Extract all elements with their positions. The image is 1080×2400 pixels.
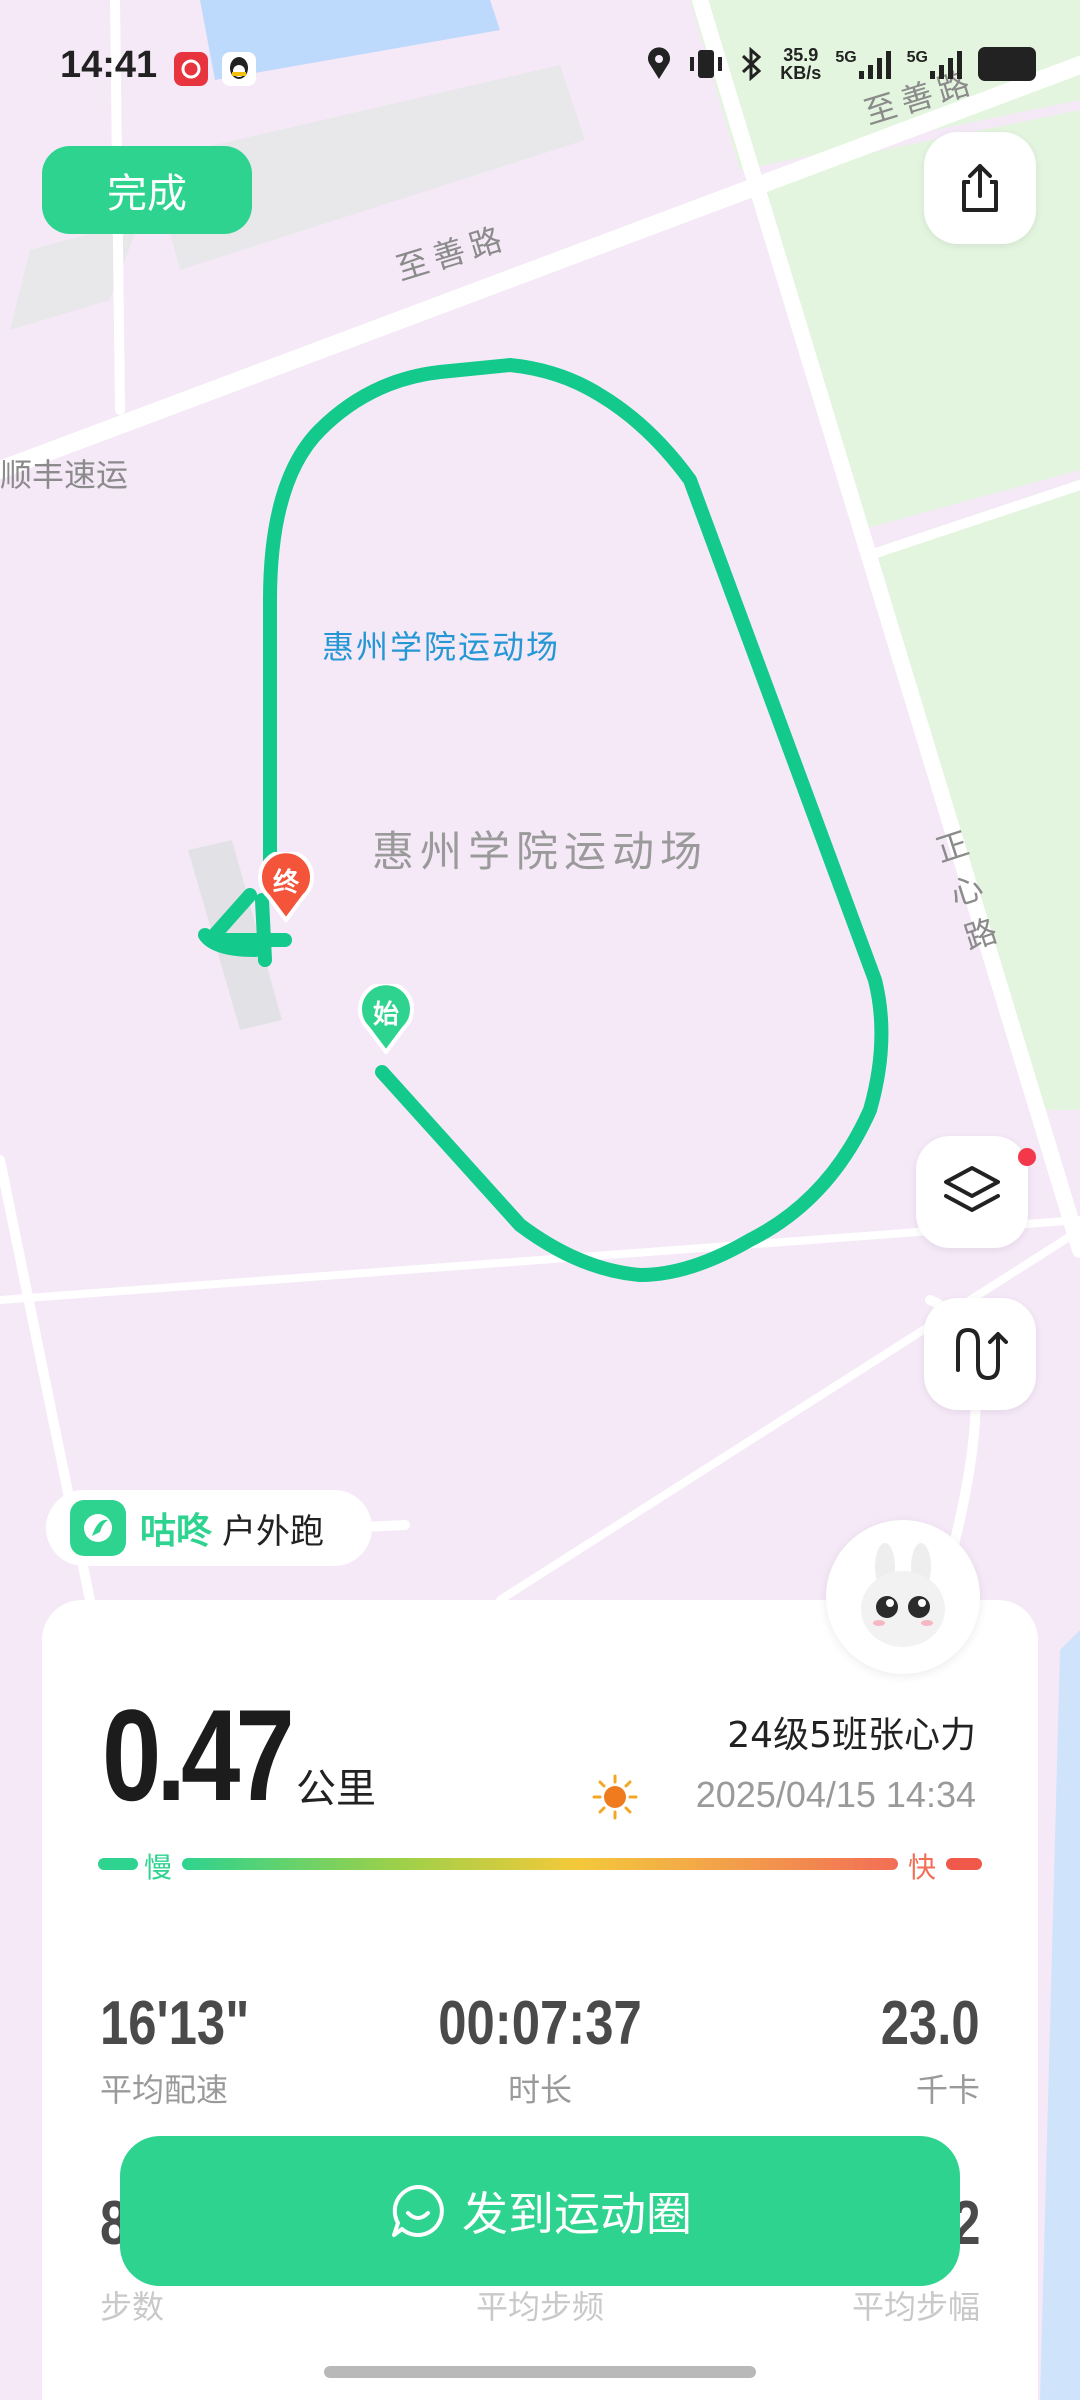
smile-chat-icon bbox=[392, 2185, 444, 2237]
end-marker[interactable]: 终 bbox=[258, 852, 314, 922]
layers-icon bbox=[944, 1166, 1000, 1212]
codoon-logo-icon bbox=[70, 1500, 126, 1556]
stat-avg-pace: 16'13" 平均配速 bbox=[100, 1988, 282, 2111]
sun-icon bbox=[592, 1774, 638, 1824]
netease-music-icon bbox=[174, 52, 208, 86]
share-button[interactable] bbox=[924, 132, 1036, 244]
net-speed: 35.9 KB/s bbox=[780, 45, 822, 83]
status-time: 14:41 bbox=[60, 44, 158, 86]
pace-bar-cap-slow bbox=[98, 1858, 138, 1870]
stat-stride-label: 平均步幅 bbox=[851, 2288, 980, 2326]
stadium-poi-label[interactable]: 惠州学院运动场 bbox=[322, 622, 560, 668]
share-icon bbox=[962, 164, 998, 212]
vibrate-icon bbox=[690, 50, 723, 78]
distance-value: 0.47 bbox=[102, 1682, 295, 1828]
location-icon bbox=[648, 47, 671, 79]
distance-unit: 公里 bbox=[296, 1766, 376, 1812]
map-water bbox=[1040, 1630, 1080, 2400]
battery-icon bbox=[978, 47, 1036, 81]
stat-label: 千卡 bbox=[915, 2071, 980, 2109]
pace-fast-label: 快 bbox=[908, 1851, 937, 1884]
route-icon bbox=[956, 1327, 1008, 1381]
signal-icon: 5G bbox=[907, 49, 964, 79]
stat-duration: 00:07:37 时长 bbox=[380, 1988, 700, 2111]
screen: 至善路 至善路 正心路 顺丰速运 惠州学院运动场 惠州学院运动场 终 始 14:… bbox=[0, 0, 1080, 2400]
end-marker-label: 终 bbox=[272, 868, 299, 898]
start-marker[interactable]: 始 bbox=[358, 984, 414, 1054]
start-marker-label: 始 bbox=[372, 1000, 399, 1030]
stat-value: 16'13" bbox=[100, 1989, 250, 2058]
post-button-label: 发到运动圈 bbox=[462, 2187, 692, 2241]
qq-icon bbox=[222, 52, 256, 86]
stat-value: 23.0 bbox=[881, 1989, 980, 2058]
pace-slow-label: 慢 bbox=[144, 1851, 173, 1884]
stat-label: 时长 bbox=[507, 2071, 572, 2109]
activity-type: 户外跑 bbox=[222, 1511, 325, 1552]
stadium-area-label: 惠州学院运动场 bbox=[372, 827, 709, 876]
poi-label: 顺丰速运 bbox=[0, 456, 129, 494]
avatar[interactable] bbox=[826, 1520, 980, 1674]
bluetooth-icon bbox=[742, 47, 762, 81]
home-indicator[interactable] bbox=[324, 2366, 756, 2378]
done-button[interactable]: 完成 bbox=[42, 146, 252, 234]
brand-chip: 咕咚 户外跑 bbox=[46, 1490, 372, 1566]
stat-steps-label: 步数 bbox=[100, 2288, 165, 2326]
status-icons: 35.9 KB/s 5G 5G bbox=[644, 46, 1036, 82]
stat-cadence-label: 平均步频 bbox=[475, 2288, 604, 2326]
post-to-moments-button[interactable]: 发到运动圈 bbox=[120, 2136, 960, 2286]
stat-label: 平均配速 bbox=[100, 2071, 229, 2109]
map-park-area bbox=[870, 490, 1080, 1110]
run-datetime: 2025/04/15 14:34 bbox=[695, 1774, 976, 1815]
mascot-avatar-icon bbox=[861, 1543, 945, 1647]
stat-value: 00:07:37 bbox=[438, 1989, 642, 2058]
stat-calories: 23.0 千卡 bbox=[859, 1988, 980, 2111]
brand-name: 咕咚 bbox=[140, 1511, 213, 1552]
runner-name: 24级5班张心力 bbox=[727, 1715, 976, 1756]
signal-icon: 5G bbox=[835, 49, 892, 79]
route-toggle-button[interactable] bbox=[924, 1298, 1036, 1410]
notification-dot bbox=[1018, 1148, 1036, 1166]
map-layers-button[interactable] bbox=[916, 1136, 1028, 1248]
pace-bar-cap-fast bbox=[946, 1858, 982, 1870]
pace-gradient-bar bbox=[182, 1858, 898, 1870]
